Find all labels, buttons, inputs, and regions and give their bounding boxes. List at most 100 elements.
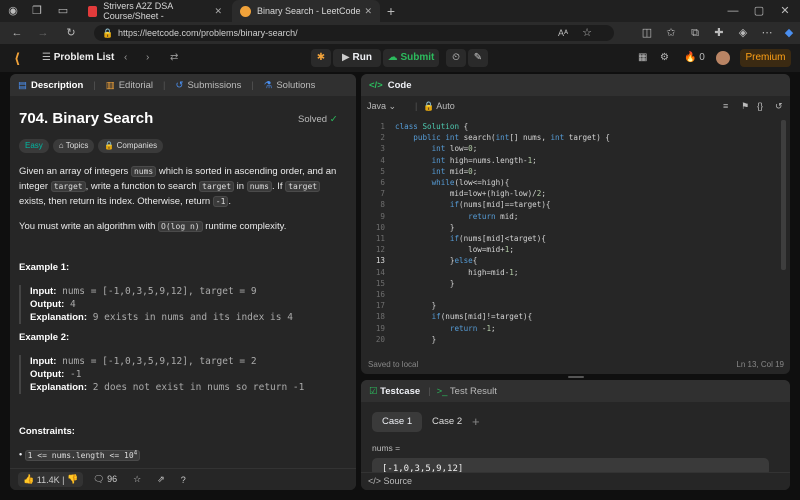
split-screen-icon[interactable]: ◫ (640, 26, 654, 40)
star-icon[interactable]: ☆ (133, 474, 141, 485)
language-select[interactable]: Java ⌄ (367, 101, 396, 112)
inline-code: nums (130, 166, 157, 177)
browser-tab-strivers[interactable]: Strivers A2Z DSA Course/Sheet - ✕ (80, 0, 230, 22)
auto-mode-button[interactable]: 🔒 Auto (423, 101, 455, 112)
code-line: if(nums[mid]<target){ (449, 234, 546, 243)
tab-description[interactable]: ▤ Description (10, 74, 91, 96)
timer-icon[interactable]: ⏲ (446, 49, 466, 67)
close-icon[interactable]: ✕ (214, 6, 222, 17)
tab-title: Strivers A2Z DSA Course/Sheet - (103, 1, 173, 21)
minimize-icon[interactable]: — (726, 4, 740, 18)
flask-icon: ⚗ (263, 79, 273, 91)
collections-icon[interactable]: ⧉ (688, 26, 702, 40)
tab-solutions[interactable]: ⚗ Solutions (256, 74, 324, 96)
editor-scrollbar[interactable] (781, 120, 786, 270)
tab-editorial[interactable]: ▥ Editorial (98, 74, 161, 96)
leetcode-logo-icon[interactable]: ⟨ (14, 50, 28, 66)
forward-icon[interactable]: → (36, 26, 50, 40)
thumbs-up-icon: 👍 (23, 474, 35, 484)
add-case-icon[interactable]: + (472, 414, 480, 429)
profile-icon[interactable]: ◉ (6, 4, 20, 18)
shuffle-icon[interactable]: ⇄ (170, 50, 178, 66)
source-bar: </> Source (361, 472, 790, 490)
format-icon[interactable]: ≡ (723, 101, 728, 111)
settings-gear-icon[interactable]: ⚙ (660, 50, 669, 66)
share-icon[interactable]: ⇗ (157, 474, 165, 485)
braces-icon[interactable]: {} (757, 101, 763, 111)
line-number: 3 (380, 144, 385, 154)
workspaces-icon[interactable]: ❐ (30, 4, 44, 18)
problem-list-button[interactable]: ☰ Problem List (42, 50, 114, 66)
variable-label: nums = (372, 443, 401, 453)
example-2: Example 2: Input: nums = [-1,0,3,5,9,12]… (19, 332, 341, 394)
layout-icon[interactable]: ▦ (638, 50, 647, 66)
browser-tab-bar: ◉ ❐ ▭ Strivers A2Z DSA Course/Sheet - ✕ … (0, 0, 800, 22)
window-close-icon[interactable]: ✕ (778, 4, 792, 18)
line-number: 16 (375, 290, 385, 299)
case-1-tab[interactable]: Case 1 (372, 412, 423, 432)
source-button[interactable]: </> Source (368, 476, 412, 486)
next-problem-icon[interactable]: › (146, 50, 149, 66)
tab-submissions[interactable]: ↺ Submissions (168, 74, 250, 96)
case-2-tab[interactable]: Case 2 (422, 412, 472, 432)
bookmark-icon[interactable]: ⚑ (741, 101, 749, 112)
code-line: } (395, 301, 437, 311)
run-button[interactable]: ▶ Run (333, 49, 381, 67)
notes-icon[interactable]: ✎ (468, 49, 488, 67)
submit-button[interactable]: ☁ Submit (383, 49, 439, 67)
inline-code: O(log n) (158, 221, 203, 232)
code-footer: Saved to local Ln 13, Col 19 (361, 358, 790, 374)
read-aloud-icon[interactable]: Aᴬ (556, 26, 570, 40)
topics-tag[interactable]: ⌂ Topics (52, 139, 95, 153)
line-number: 14 (375, 267, 385, 277)
url-field[interactable]: 🔒 https://leetcode.com/problems/binary-s… (94, 25, 614, 41)
line-number: 13 (375, 256, 385, 266)
companies-label: Companies (116, 141, 158, 150)
tab-divider: | (428, 385, 431, 397)
code-editor[interactable]: 1 class Solution {2 public int search(int… (361, 120, 790, 350)
avatar[interactable] (716, 51, 730, 65)
line-number: 15 (375, 278, 385, 288)
new-tab-icon[interactable]: + (384, 4, 398, 18)
edge-copilot-icon[interactable]: ◆ (782, 26, 796, 40)
menu-icon[interactable]: ⋯ (760, 26, 774, 40)
line-number: 6 (380, 178, 385, 187)
premium-button[interactable]: Premium (740, 49, 791, 67)
example-heading: Example 2: (19, 332, 70, 343)
cloud-upload-icon: ☁ (387, 52, 398, 63)
browser-tab-leetcode[interactable]: Binary Search - LeetCode ✕ (232, 0, 380, 22)
reset-icon[interactable]: ↺ (775, 101, 783, 112)
check-circle-icon: ✓ (329, 114, 338, 125)
panel-resize-handle[interactable] (568, 376, 584, 378)
prev-problem-icon[interactable]: ‹ (124, 50, 127, 66)
tab-actions-icon[interactable]: ▭ (56, 4, 70, 18)
back-icon[interactable]: ← (10, 26, 24, 40)
favorites-icon[interactable]: ✩ (664, 26, 678, 40)
debug-icon[interactable]: ✱ (311, 49, 331, 67)
testcase-tabs: ☑ Testcase | >_ Test Result (361, 380, 790, 402)
maximize-icon[interactable]: ▢ (752, 4, 766, 18)
play-icon: ▶ (342, 52, 350, 63)
problem-tags: Easy ⌂ Topics 🔒 Companies (19, 139, 164, 153)
extensions-icon[interactable]: ✚ (712, 26, 726, 40)
code-line: while(low<=high){ (431, 178, 510, 187)
help-icon[interactable]: ? (181, 475, 186, 485)
refresh-icon[interactable]: ↻ (64, 26, 78, 40)
description-tabs: ▤ Description | ▥ Editorial | ↺ Submissi… (10, 74, 356, 96)
copilot-icon[interactable]: ◈ (736, 26, 750, 40)
difficulty-badge[interactable]: Easy (19, 139, 49, 153)
code-panel: </> Code Java ⌄ | 🔒 Auto ≡ ⚑ {} ↺ 1 class… (361, 74, 790, 374)
companies-tag[interactable]: 🔒 Companies (98, 139, 164, 153)
text: in (234, 181, 247, 192)
tab-test-result[interactable]: >_ Test Result (437, 386, 497, 397)
code-line: high=mid-1; (395, 267, 519, 277)
tag-icon: ⌂ (58, 141, 64, 150)
like-button[interactable]: 👍 11.4K | 👎 (18, 472, 84, 487)
streak-counter[interactable]: 🔥 0 (684, 50, 705, 66)
favorite-star-icon[interactable]: ☆ (580, 26, 594, 40)
tab-testcase[interactable]: ☑ Testcase (369, 386, 420, 397)
close-icon[interactable]: ✕ (364, 6, 372, 17)
line-number: 8 (380, 200, 385, 210)
constraints-heading: Constraints: (19, 426, 75, 437)
comments-button[interactable]: 🗨 96 (93, 474, 117, 485)
